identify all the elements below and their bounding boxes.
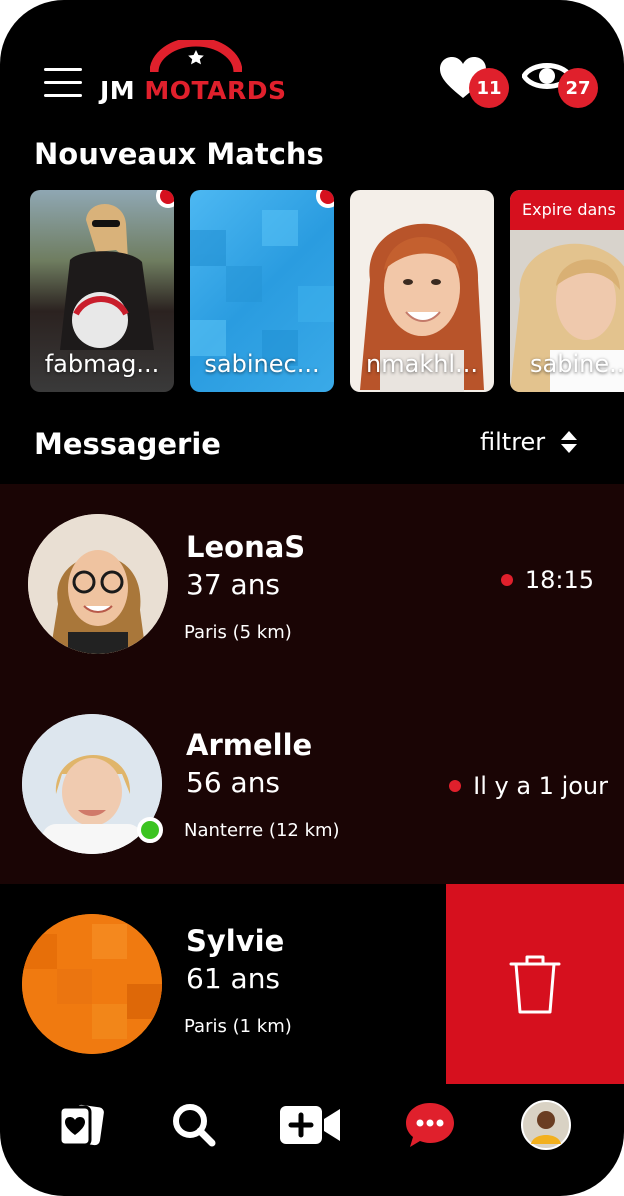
conversation-row-armelle[interactable]: Armelle 56 ans Nanterre (12 km) Il y a 1… xyxy=(0,684,624,884)
match-card-1[interactable]: fabmag... xyxy=(30,190,174,392)
conversation-row-leonas[interactable]: LeonaS 37 ans Paris (5 km) 18:15 xyxy=(0,484,624,684)
expire-banner: Expire dans xyxy=(510,190,624,230)
avatar xyxy=(28,514,168,654)
unread-dot xyxy=(500,574,513,586)
messagerie-title: Messagerie xyxy=(34,427,221,461)
contact-name: Sylvie xyxy=(186,924,285,958)
nav-profile[interactable] xyxy=(516,1100,576,1150)
logo-arc-icon xyxy=(150,40,242,73)
phone-screen: JM MOTARDS 11 27 Nouveaux Matchs fabmag.… xyxy=(0,0,624,1196)
search-icon xyxy=(173,1104,216,1147)
contact-age: 56 ans xyxy=(186,766,281,799)
video-plus-icon xyxy=(280,1106,340,1144)
logo-motards: MOTARDS xyxy=(144,76,287,105)
contact-name: Armelle xyxy=(186,728,313,762)
match-name: fabmag... xyxy=(44,350,160,378)
app-logo: JM MOTARDS xyxy=(100,40,300,110)
profile-avatar xyxy=(521,1100,571,1150)
match-name: sabine... xyxy=(530,350,624,378)
contact-age: 37 ans xyxy=(186,568,281,601)
cards-icon xyxy=(58,1104,104,1147)
match-card-4[interactable]: Expire dans sabine... xyxy=(510,190,624,392)
nav-cards[interactable] xyxy=(50,1100,110,1150)
delete-button[interactable] xyxy=(446,884,624,1084)
unread-dot xyxy=(449,780,462,792)
match-card-3[interactable]: nmakhl... xyxy=(350,190,494,392)
contact-age: 61 ans xyxy=(186,962,281,995)
match-name: sabinec... xyxy=(204,350,320,378)
logo-jm: JM xyxy=(100,76,136,105)
match-name: nmakhl... xyxy=(366,350,478,378)
contact-city: Paris (5 km) xyxy=(184,622,292,643)
trash-icon xyxy=(509,955,561,1014)
message-time: Il y a 1 jour xyxy=(449,772,608,800)
nav-messages[interactable] xyxy=(400,1100,460,1150)
contact-city: Paris (1 km) xyxy=(184,1016,292,1037)
logo-text: JM MOTARDS xyxy=(100,76,287,105)
filter-button[interactable]: filtrer xyxy=(480,428,579,456)
message-time-text: 18:15 xyxy=(524,566,594,594)
avatar xyxy=(22,914,162,1054)
conversation-row-sylvie[interactable]: Sylvie 61 ans Paris (1 km) xyxy=(0,884,446,1084)
likes-badge: 11 xyxy=(469,68,509,108)
message-time: 18:15 xyxy=(500,566,594,594)
sort-icon xyxy=(561,431,578,453)
contact-city: Nanterre (12 km) xyxy=(184,820,340,841)
blurred-photo xyxy=(22,914,162,1054)
menu-icon[interactable] xyxy=(44,68,82,98)
nav-search[interactable] xyxy=(164,1100,224,1150)
matches-title: Nouveaux Matchs xyxy=(34,137,324,171)
filter-label: filtrer xyxy=(480,428,546,456)
online-indicator xyxy=(137,817,163,843)
match-card-2[interactable]: sabinec... xyxy=(190,190,334,392)
likes-button[interactable]: 11 xyxy=(438,56,509,108)
chat-icon xyxy=(406,1103,454,1147)
views-button[interactable]: 27 xyxy=(521,56,598,108)
views-badge: 27 xyxy=(558,68,598,108)
nav-video[interactable] xyxy=(278,1100,342,1150)
contact-name: LeonaS xyxy=(186,530,306,564)
avatar-photo xyxy=(28,514,168,654)
message-time-text: Il y a 1 jour xyxy=(473,772,608,800)
